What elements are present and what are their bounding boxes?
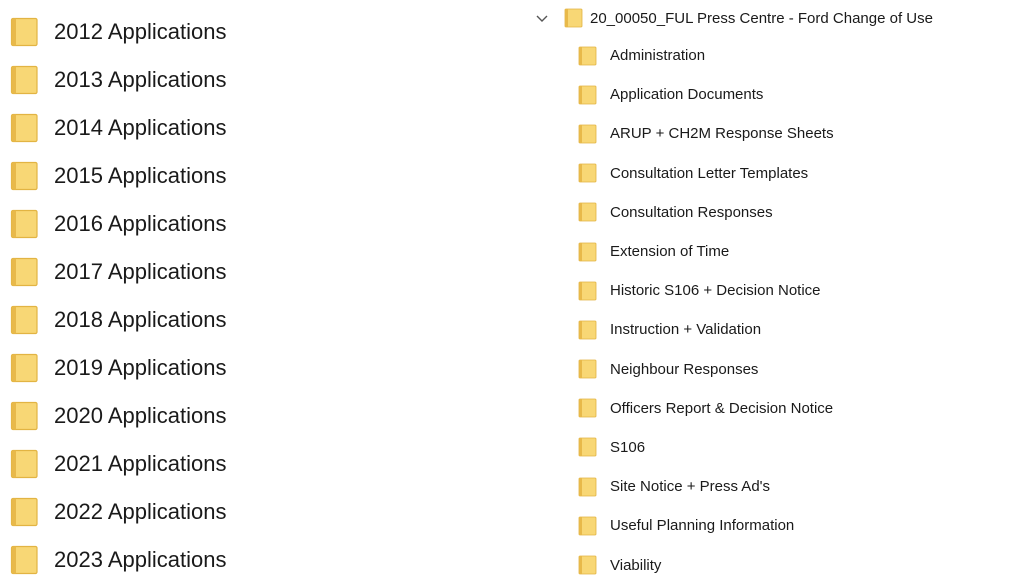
folder-icon: [10, 113, 38, 143]
tree-item-label: Historic S106 + Decision Notice: [610, 282, 821, 300]
tree-item-label: Officers Report & Decision Notice: [610, 399, 834, 417]
chevron-down-icon[interactable]: [534, 10, 550, 26]
folder-icon: [578, 477, 597, 497]
folder-icon: [10, 209, 38, 239]
tree-item[interactable]: S106: [578, 428, 1017, 467]
folder-icon: [578, 398, 597, 418]
tree-item-label: ARUP + CH2M Response Sheets: [610, 125, 834, 143]
tree-item[interactable]: Administration: [578, 36, 1017, 75]
tree-item-label: S106: [610, 438, 646, 456]
folder-icon: [10, 305, 38, 335]
folder-icon: [578, 555, 597, 575]
folder-icon: [10, 161, 38, 191]
tree-item[interactable]: Instruction + Validation: [578, 310, 1017, 349]
folder-icon: [578, 46, 597, 65]
folder-item-label: 2022 Applications: [54, 499, 227, 524]
folder-item-label: 2013 Applications: [54, 67, 227, 92]
folder-icon: [578, 202, 597, 222]
folder-item[interactable]: 2014 Applications: [10, 104, 330, 152]
folder-icon: [578, 163, 597, 183]
folder-icon: [10, 449, 38, 479]
folder-icon: [10, 401, 38, 431]
folder-item-label: 2012 Applications: [54, 19, 227, 44]
folder-item[interactable]: 2018 Applications: [10, 296, 330, 344]
tree-item[interactable]: Historic S106 + Decision Notice: [578, 271, 1017, 310]
tree-root-item[interactable]: 20_00050_FUL Press Centre - Ford Change …: [528, 0, 1017, 36]
folder-item[interactable]: 2022 Applications: [10, 488, 330, 536]
folder-list-large-icons: 2012 Applications 2013 Applications 2014 A…: [10, 8, 330, 584]
tree-item-label: Instruction + Validation: [610, 321, 762, 339]
folder-item-label: 2016 Applications: [54, 211, 227, 236]
folder-tree: 20_00050_FUL Press Centre - Ford Change …: [528, 0, 1017, 585]
folder-item-label: 2020 Applications: [54, 403, 227, 428]
folder-item[interactable]: 2021 Applications: [10, 440, 330, 488]
tree-item[interactable]: Useful Planning Information: [578, 506, 1017, 545]
tree-root-label: 20_00050_FUL Press Centre - Ford Change …: [590, 9, 933, 27]
tree-item-label: Site Notice + Press Ad's: [610, 478, 771, 496]
folder-icon: [564, 8, 583, 28]
folder-icon: [10, 65, 38, 95]
folder-item[interactable]: 2017 Applications: [10, 248, 330, 296]
tree-item[interactable]: Extension of Time: [578, 232, 1017, 271]
tree-item[interactable]: Site Notice + Press Ad's: [578, 467, 1017, 506]
tree-item[interactable]: Officers Report & Decision Notice: [578, 389, 1017, 428]
folder-item[interactable]: 2016 Applications: [10, 200, 330, 248]
tree-item-label: Administration: [610, 47, 706, 65]
folder-item-label: 2023 Applications: [54, 547, 227, 572]
folder-item-label: 2018 Applications: [54, 307, 227, 332]
folder-icon: [578, 359, 597, 379]
folder-item-label: 2017 Applications: [54, 259, 227, 284]
folder-item-label: 2014 Applications: [54, 115, 227, 140]
tree-item-label: Viability: [610, 556, 662, 574]
tree-item[interactable]: ARUP + CH2M Response Sheets: [578, 114, 1017, 153]
folder-icon: [10, 545, 38, 575]
folder-icon: [10, 257, 38, 287]
tree-item[interactable]: Viability: [578, 545, 1017, 584]
tree-item[interactable]: Consultation Letter Templates: [578, 154, 1017, 193]
folder-item-label: 2019 Applications: [54, 355, 227, 380]
folder-icon: [578, 320, 597, 340]
tree-item-label: Consultation Responses: [610, 203, 773, 221]
folder-icon: [10, 17, 38, 47]
folder-icon: [578, 242, 597, 261]
tree-item-label: Application Documents: [610, 86, 764, 104]
folder-icon: [578, 124, 597, 144]
folder-item[interactable]: 2015 Applications: [10, 152, 330, 200]
tree-item[interactable]: Application Documents: [578, 75, 1017, 114]
folder-icon: [10, 353, 38, 383]
folder-item[interactable]: 2023 Applications: [10, 536, 330, 584]
tree-item-label: Neighbour Responses: [610, 360, 759, 378]
folder-item-label: 2015 Applications: [54, 163, 227, 188]
folder-item[interactable]: 2019 Applications: [10, 344, 330, 392]
tree-item-label: Extension of Time: [610, 243, 730, 261]
folder-icon: [578, 281, 597, 301]
tree-item[interactable]: Consultation Responses: [578, 193, 1017, 232]
folder-icon: [578, 516, 597, 536]
tree-item[interactable]: Neighbour Responses: [578, 350, 1017, 389]
tree-item-label: Useful Planning Information: [610, 517, 795, 535]
folder-item-label: 2021 Applications: [54, 451, 227, 476]
folder-item[interactable]: 2012 Applications: [10, 8, 330, 56]
tree-item-label: Consultation Letter Templates: [610, 164, 809, 182]
folder-item[interactable]: 2013 Applications: [10, 56, 330, 104]
folder-item[interactable]: 2020 Applications: [10, 392, 330, 440]
folder-icon: [578, 85, 597, 105]
folder-icon: [578, 438, 597, 457]
folder-icon: [10, 497, 38, 527]
tree-children: Administration Application Documents ARUP …: [578, 36, 1017, 585]
